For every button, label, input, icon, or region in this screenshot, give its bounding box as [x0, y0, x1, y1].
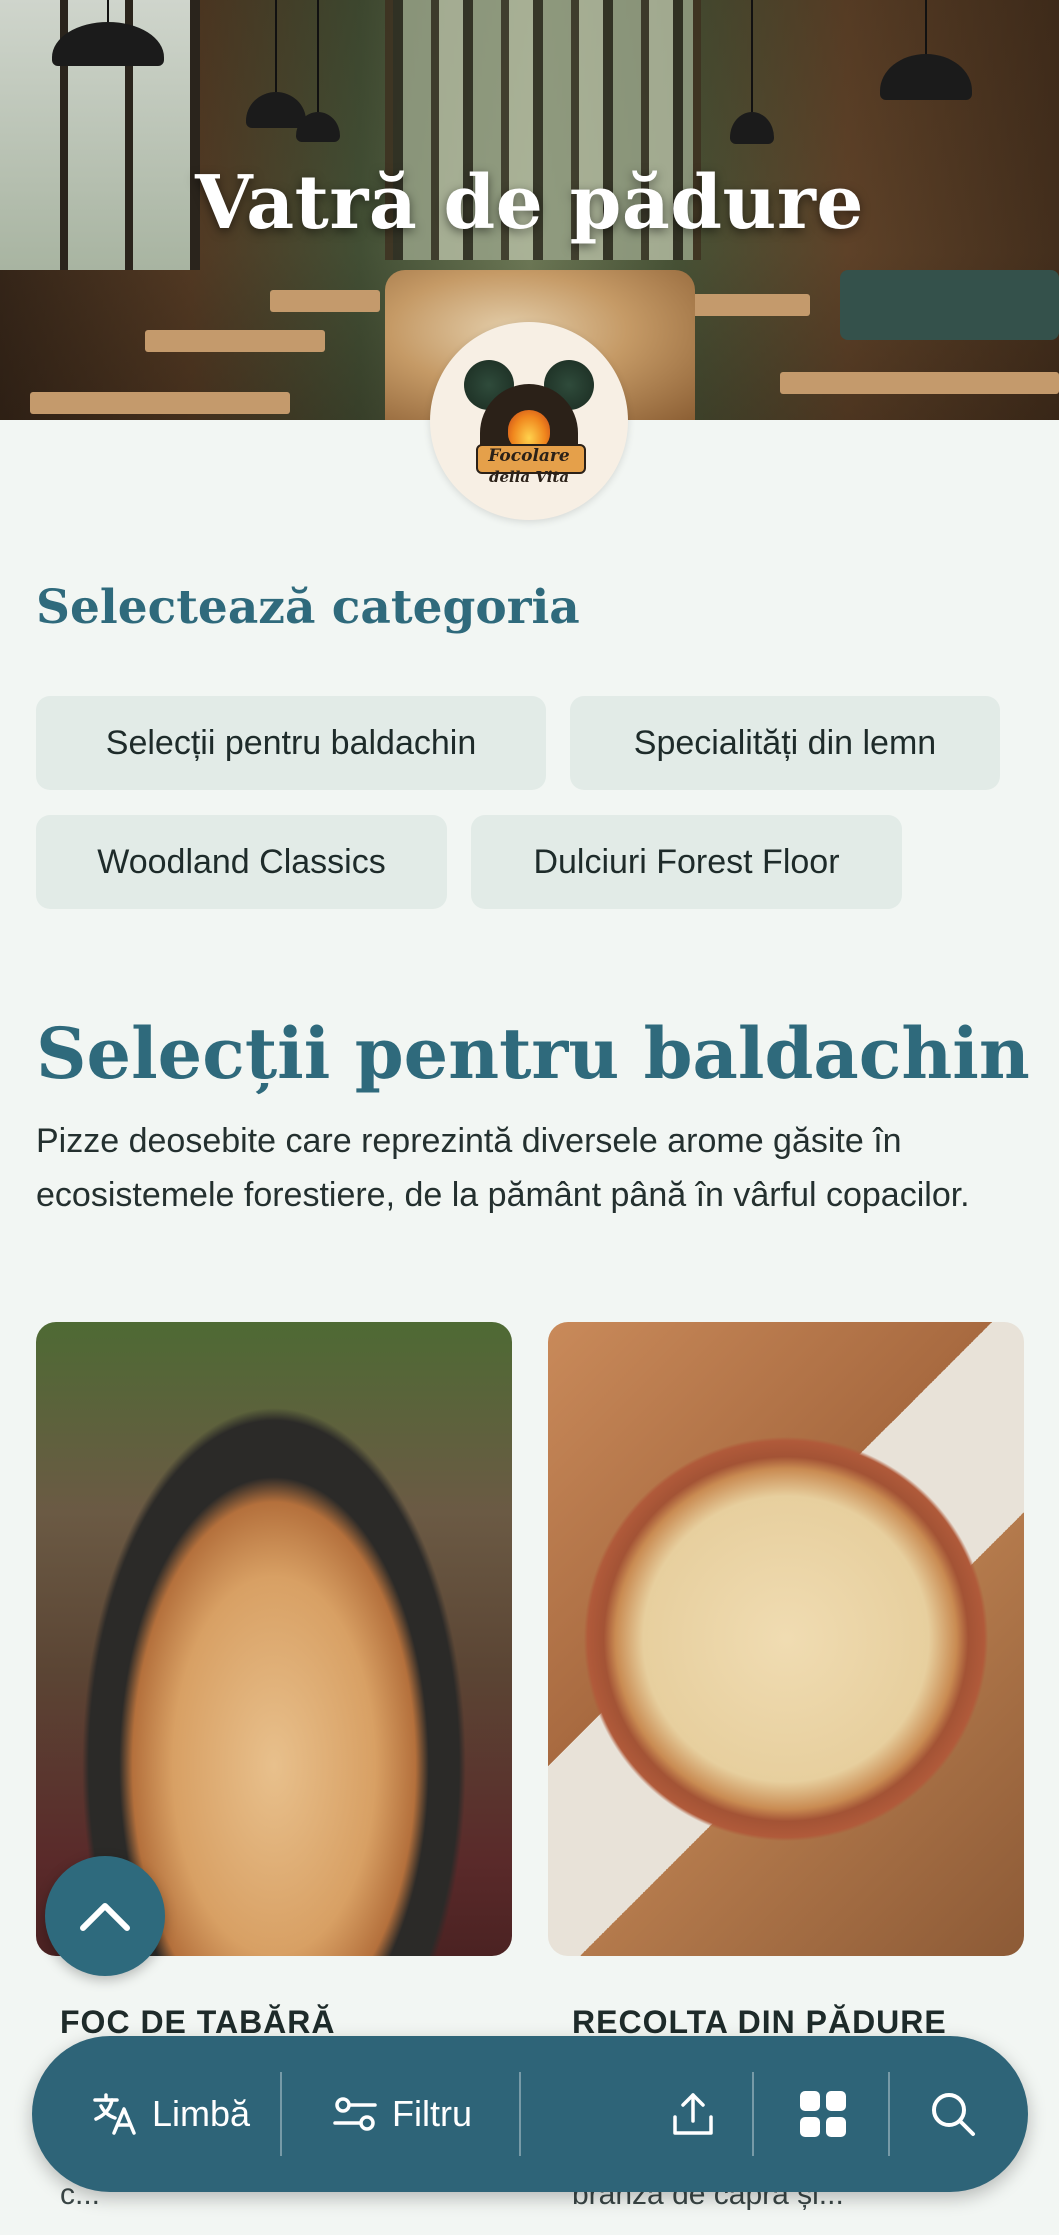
language-button[interactable]: Limbă	[66, 2036, 276, 2192]
logo-text: della Vita	[488, 468, 570, 486]
restaurant-logo[interactable]: Focolare della Vita	[430, 322, 628, 520]
grid-icon	[800, 2091, 846, 2137]
hero-table	[780, 372, 1059, 394]
search-icon	[932, 2093, 975, 2136]
translate-icon	[93, 2093, 136, 2135]
chevron-up-icon	[80, 1903, 130, 1931]
filter-button[interactable]: Filtru	[292, 2036, 512, 2192]
page-title: Vatră de pădure	[195, 160, 864, 246]
search-button[interactable]	[894, 2036, 1012, 2192]
hero-bench	[840, 270, 1059, 340]
product-image-forest-harvest[interactable]	[548, 1322, 1024, 1956]
share-icon	[673, 2093, 713, 2135]
toolbar-divider	[519, 2072, 521, 2156]
logo-text: Focolare	[488, 446, 570, 466]
filter-icon	[333, 2097, 377, 2131]
bottom-toolbar: Limbă Filtru	[32, 2036, 1028, 2192]
hero-table	[270, 290, 380, 312]
toolbar-divider	[280, 2072, 282, 2156]
filter-label: Filtru	[392, 2093, 472, 2134]
category-chip-desserts[interactable]: Dulciuri Forest Floor	[471, 815, 902, 909]
toolbar-divider	[752, 2072, 754, 2156]
category-heading: Selectează categoria	[36, 580, 580, 635]
hero-table	[30, 392, 290, 414]
category-chip-canopy[interactable]: Selecții pentru baldachin	[36, 696, 546, 790]
section-description: Pizze deosebite care reprezintă diversel…	[36, 1122, 970, 1214]
share-button[interactable]	[628, 2036, 758, 2192]
language-label: Limbă	[151, 2093, 251, 2134]
hero-table	[690, 294, 810, 316]
toolbar-divider	[888, 2072, 890, 2156]
grid-view-button[interactable]	[760, 2036, 886, 2192]
hero-table	[145, 330, 325, 352]
category-chip-wood[interactable]: Specialități din lemn	[570, 696, 1000, 790]
section-title: Selecții pentru baldachin	[36, 1012, 1030, 1095]
category-chip-woodland[interactable]: Woodland Classics	[36, 815, 447, 909]
scroll-to-top-button[interactable]	[45, 1856, 165, 1976]
